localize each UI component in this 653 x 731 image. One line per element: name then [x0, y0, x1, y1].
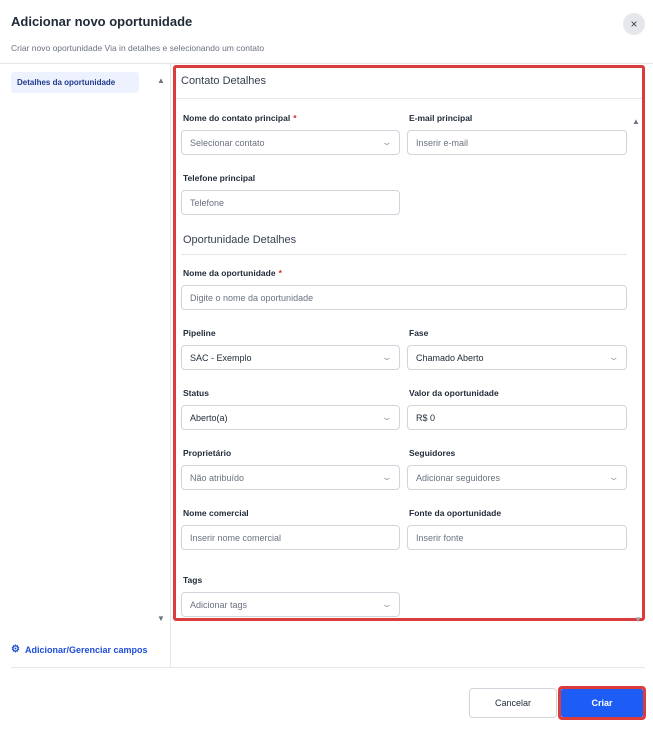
contact-section-title: Contato Detalhes	[181, 75, 266, 87]
opportunity-value-label: Valor da oportunidade	[409, 388, 499, 398]
form-panel: Contato Detalhes Nome do contato princip…	[173, 65, 645, 621]
header-divider	[0, 63, 653, 64]
stage-select[interactable]: Chamado Aberto ⌄	[407, 345, 627, 370]
contact-name-label: Nome do contato principal *	[183, 113, 297, 123]
chevron-down-icon: ⌄	[381, 412, 393, 422]
opportunity-name-field[interactable]: Digite o nome da oportunidade	[181, 285, 627, 310]
chevron-down-icon: ⌄	[608, 472, 620, 482]
panel-scroll-down-icon[interactable]: ▼	[634, 615, 642, 624]
sidebar-item-opportunity-details[interactable]: Detalhes da oportunidade	[11, 72, 139, 93]
dialog-title: Adicionar novo oportunidade	[11, 14, 193, 29]
create-button[interactable]: Criar	[561, 689, 643, 717]
email-field[interactable]: Inserir e-mail	[407, 130, 627, 155]
sidebar-divider	[170, 64, 171, 667]
pipeline-label: Pipeline	[183, 328, 216, 338]
chevron-down-icon: ⌄	[608, 352, 620, 362]
source-label: Fonte da oportunidade	[409, 508, 502, 518]
tags-label: Tags	[183, 575, 203, 585]
sidebar-scroll-down-icon[interactable]: ▼	[157, 614, 165, 623]
contact-name-select[interactable]: Selecionar contato ⌄	[181, 130, 400, 155]
pipeline-select[interactable]: SAC - Exemplo ⌄	[181, 345, 400, 370]
status-label: Status	[183, 388, 209, 398]
close-icon: ×	[630, 17, 638, 31]
chevron-down-icon: ⌄	[381, 599, 393, 609]
chevron-down-icon: ⌄	[381, 472, 393, 482]
source-field[interactable]: Inserir fonte	[407, 525, 627, 550]
opportunity-section-title: Oportunidade Detalhes	[183, 234, 297, 246]
panel-scroll-up-icon[interactable]: ▲	[632, 117, 640, 126]
chevron-down-icon: ⌄	[381, 137, 393, 147]
opportunity-value-field[interactable]: R$ 0	[407, 405, 627, 430]
manage-fields-link[interactable]: ⚙ Adicionar/Gerenciar campos	[11, 644, 148, 655]
contact-section-divider	[176, 98, 642, 99]
opportunity-name-label: Nome da oportunidade *	[183, 268, 282, 278]
create-button-highlight: Criar	[558, 686, 646, 720]
email-label: E-mail principal	[409, 113, 473, 123]
followers-label: Seguidores	[409, 448, 456, 458]
sidebar-scroll-up-icon[interactable]: ▲	[157, 76, 165, 85]
owner-select[interactable]: Não atribuído ⌄	[181, 465, 400, 490]
business-name-label: Nome comercial	[183, 508, 249, 518]
chevron-down-icon: ⌄	[381, 352, 393, 362]
owner-label: Proprietário	[183, 448, 232, 458]
footer-divider	[11, 667, 645, 668]
stage-label: Fase	[409, 328, 429, 338]
gear-icon: ⚙	[11, 644, 20, 655]
dialog-subtitle: Criar novo oportunidade Via in detalhes …	[11, 43, 265, 53]
close-button[interactable]: ×	[623, 13, 645, 35]
manage-fields-label: Adicionar/Gerenciar campos	[24, 644, 148, 655]
phone-label: Telefone principal	[183, 173, 256, 183]
tags-select[interactable]: Adicionar tags ⌄	[181, 592, 400, 617]
cancel-button[interactable]: Cancelar	[469, 688, 557, 718]
business-name-field[interactable]: Inserir nome comercial	[181, 525, 400, 550]
status-select[interactable]: Aberto(a) ⌄	[181, 405, 400, 430]
phone-field[interactable]: Telefone	[181, 190, 400, 215]
opportunity-section-divider	[181, 254, 627, 255]
followers-select[interactable]: Adicionar seguidores ⌄	[407, 465, 627, 490]
